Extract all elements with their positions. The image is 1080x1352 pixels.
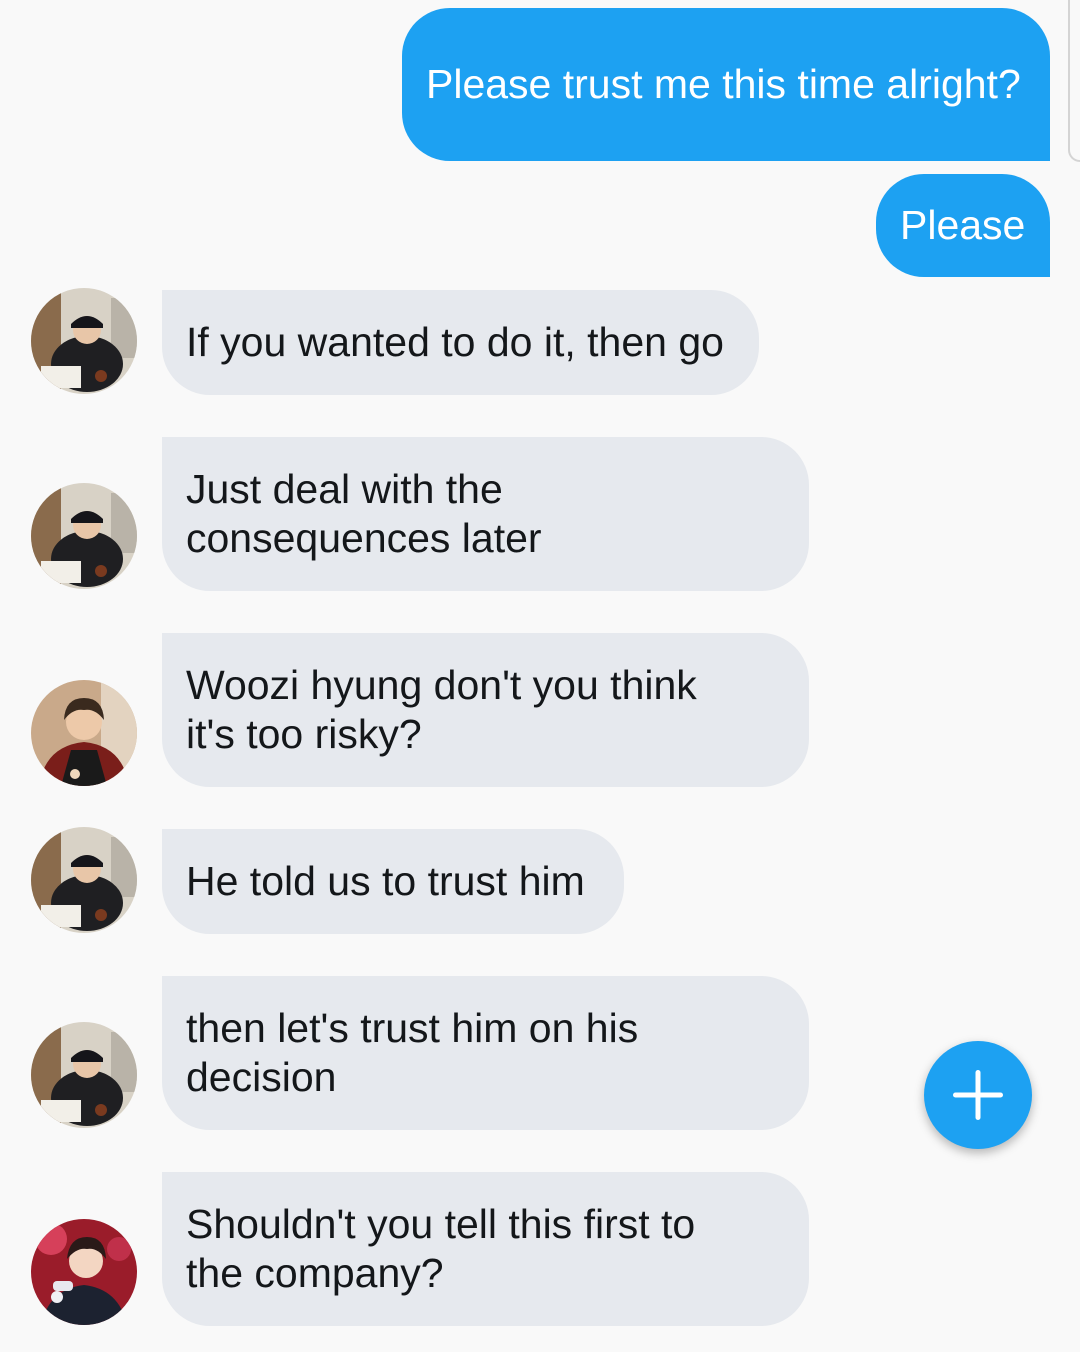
plus-icon <box>953 1070 1003 1120</box>
avatar-user-a[interactable] <box>31 288 137 394</box>
chat-screen: Please trust me this time alright? Pleas… <box>0 0 1080 1352</box>
avatar-photo-icon <box>31 680 137 786</box>
message-text: Woozi hyung don't you think it's too ris… <box>186 662 697 757</box>
received-message-bubble[interactable]: Shouldn't you tell this first to the com… <box>162 1172 809 1326</box>
sent-message-bubble[interactable]: Please trust me this time alright? <box>402 8 1050 161</box>
message-text: Just deal with the consequences later <box>186 466 542 561</box>
avatar-user-a[interactable] <box>31 1022 137 1128</box>
message-text: He told us to trust him <box>186 858 585 904</box>
avatar-photo-icon <box>31 827 137 933</box>
avatar-user-b[interactable] <box>31 680 137 786</box>
avatar-photo-icon <box>31 1022 137 1128</box>
received-message-bubble[interactable]: Just deal with the consequences later <box>162 437 809 591</box>
avatar-user-a[interactable] <box>31 827 137 933</box>
received-message-bubble[interactable]: Woozi hyung don't you think it's too ris… <box>162 633 809 787</box>
message-text: If you wanted to do it, then go <box>186 319 724 365</box>
avatar-photo-icon <box>31 288 137 394</box>
panel-edge <box>1068 0 1080 162</box>
received-message-bubble[interactable]: He told us to trust him <box>162 829 624 934</box>
message-text: Please <box>900 202 1026 248</box>
avatar-photo-icon <box>31 483 137 589</box>
message-text: Shouldn't you tell this first to the com… <box>186 1201 696 1296</box>
received-message-bubble[interactable]: then let's trust him on his decision <box>162 976 809 1130</box>
avatar-photo-icon <box>31 1219 137 1325</box>
received-message-bubble[interactable]: If you wanted to do it, then go <box>162 290 759 395</box>
avatar-user-a[interactable] <box>31 483 137 589</box>
message-text: Please trust me this time alright? <box>426 61 1021 107</box>
avatar-user-c[interactable] <box>31 1219 137 1325</box>
compose-fab-button[interactable] <box>924 1041 1032 1149</box>
sent-message-bubble[interactable]: Please <box>876 174 1050 277</box>
message-text: then let's trust him on his decision <box>186 1005 639 1100</box>
